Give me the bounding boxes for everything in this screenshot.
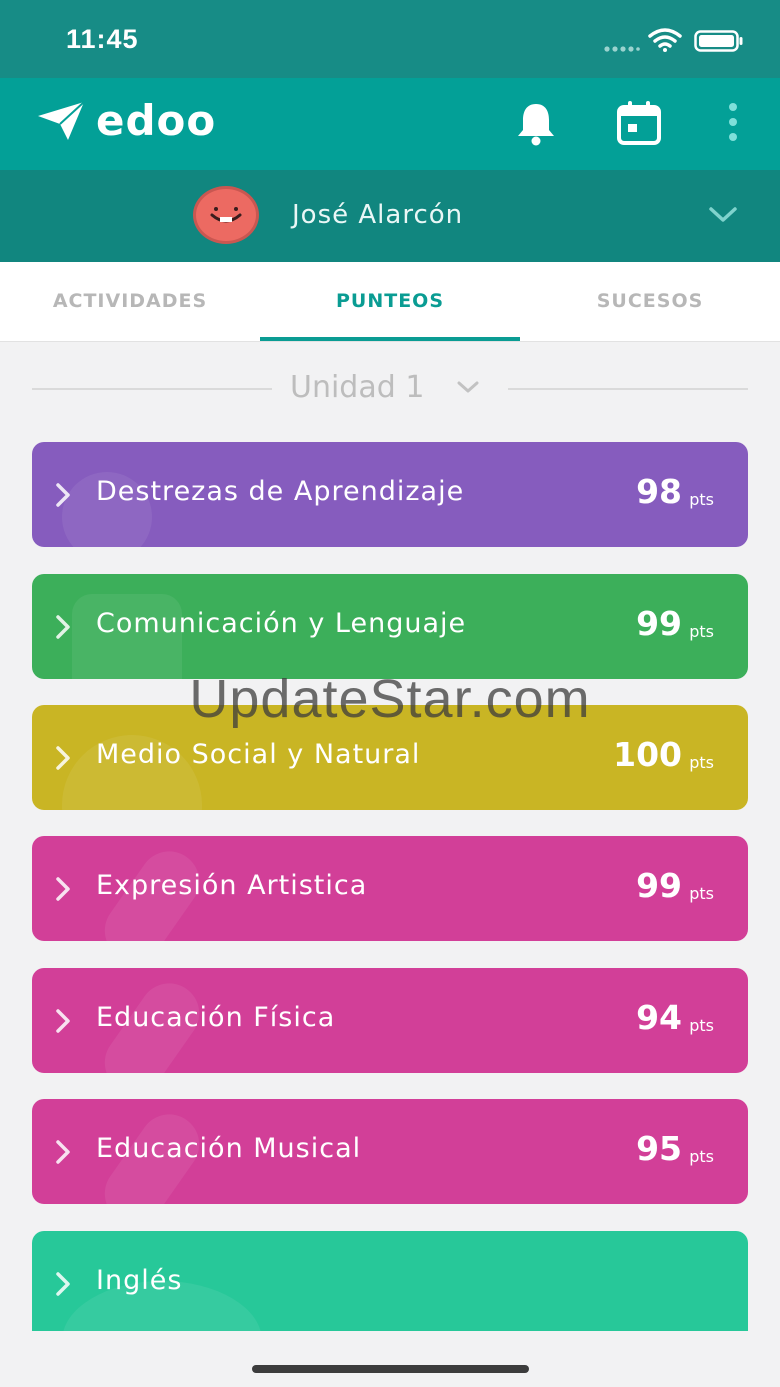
- subject-title: Medio Social y Natural: [96, 739, 421, 770]
- app-header: edoo: [0, 78, 780, 170]
- tab-actividades[interactable]: ACTIVIDADES: [0, 262, 260, 342]
- divider-right: [508, 388, 748, 390]
- tab-sucesos[interactable]: SUCESOS: [520, 262, 780, 342]
- wifi-icon: [648, 28, 682, 56]
- subject-score: 95: [636, 1129, 682, 1168]
- chevron-down-icon: [456, 380, 480, 400]
- score-unit: pts: [689, 1147, 714, 1166]
- more-vertical-icon[interactable]: [726, 102, 740, 146]
- subject-score: 99: [636, 866, 682, 905]
- calendar-icon[interactable]: [616, 100, 662, 150]
- subject-card[interactable]: Inglés: [32, 1231, 748, 1331]
- chevron-right-icon: [54, 1008, 72, 1038]
- subject-card[interactable]: Destrezas de Aprendizaje 98 pts: [32, 442, 748, 547]
- tab-bar: ACTIVIDADES PUNTEOS SUCESOS: [0, 262, 780, 342]
- status-bar: 11:45: [0, 0, 780, 78]
- home-indicator[interactable]: [252, 1365, 529, 1373]
- subject-title: Expresión Artistica: [96, 870, 368, 901]
- chevron-right-icon: [54, 745, 72, 775]
- unit-label: Unidad 1: [290, 370, 425, 405]
- status-time: 11:45: [66, 24, 139, 54]
- score-unit: pts: [689, 490, 714, 509]
- watermark: UpdateStar.com: [189, 669, 591, 729]
- subject-score: 99: [636, 604, 682, 643]
- avatar: [193, 186, 259, 244]
- student-name: José Alarcón: [292, 200, 464, 230]
- subject-card[interactable]: Educación Musical 95 pts: [32, 1099, 748, 1204]
- divider-left: [32, 388, 272, 390]
- subject-card[interactable]: Comunicación y Lenguaje 99 pts: [32, 574, 748, 679]
- chevron-right-icon: [54, 1139, 72, 1169]
- chevron-right-icon: [54, 876, 72, 906]
- subject-card[interactable]: Expresión Artistica 99 pts: [32, 836, 748, 941]
- student-selector[interactable]: José Alarcón: [0, 170, 780, 262]
- chevron-right-icon: [54, 614, 72, 644]
- chevron-right-icon: [54, 482, 72, 512]
- subject-title: Inglés: [96, 1265, 183, 1296]
- tab-punteos[interactable]: PUNTEOS: [260, 262, 520, 342]
- score-unit: pts: [689, 753, 714, 772]
- chevron-down-icon[interactable]: [708, 206, 738, 228]
- score-unit: pts: [689, 622, 714, 641]
- subject-title: Destrezas de Aprendizaje: [96, 476, 465, 507]
- battery-icon: [694, 30, 744, 56]
- subject-title: Educación Física: [96, 1002, 336, 1033]
- active-tab-indicator: [260, 337, 520, 341]
- unit-selector[interactable]: Unidad 1: [32, 360, 748, 420]
- app-logo-text: edoo: [96, 96, 217, 145]
- score-unit: pts: [689, 884, 714, 903]
- score-unit: pts: [689, 1016, 714, 1035]
- signal-icon: [604, 38, 640, 57]
- subject-score: 94: [636, 998, 682, 1037]
- paper-plane-icon: [36, 100, 86, 146]
- subject-score: 98: [636, 472, 682, 511]
- subject-score: 100: [613, 735, 682, 774]
- chevron-right-icon: [54, 1271, 72, 1301]
- subject-title: Educación Musical: [96, 1133, 362, 1164]
- subject-card[interactable]: Educación Física 94 pts: [32, 968, 748, 1073]
- subject-title: Comunicación y Lenguaje: [96, 608, 467, 639]
- bell-icon[interactable]: [514, 100, 558, 150]
